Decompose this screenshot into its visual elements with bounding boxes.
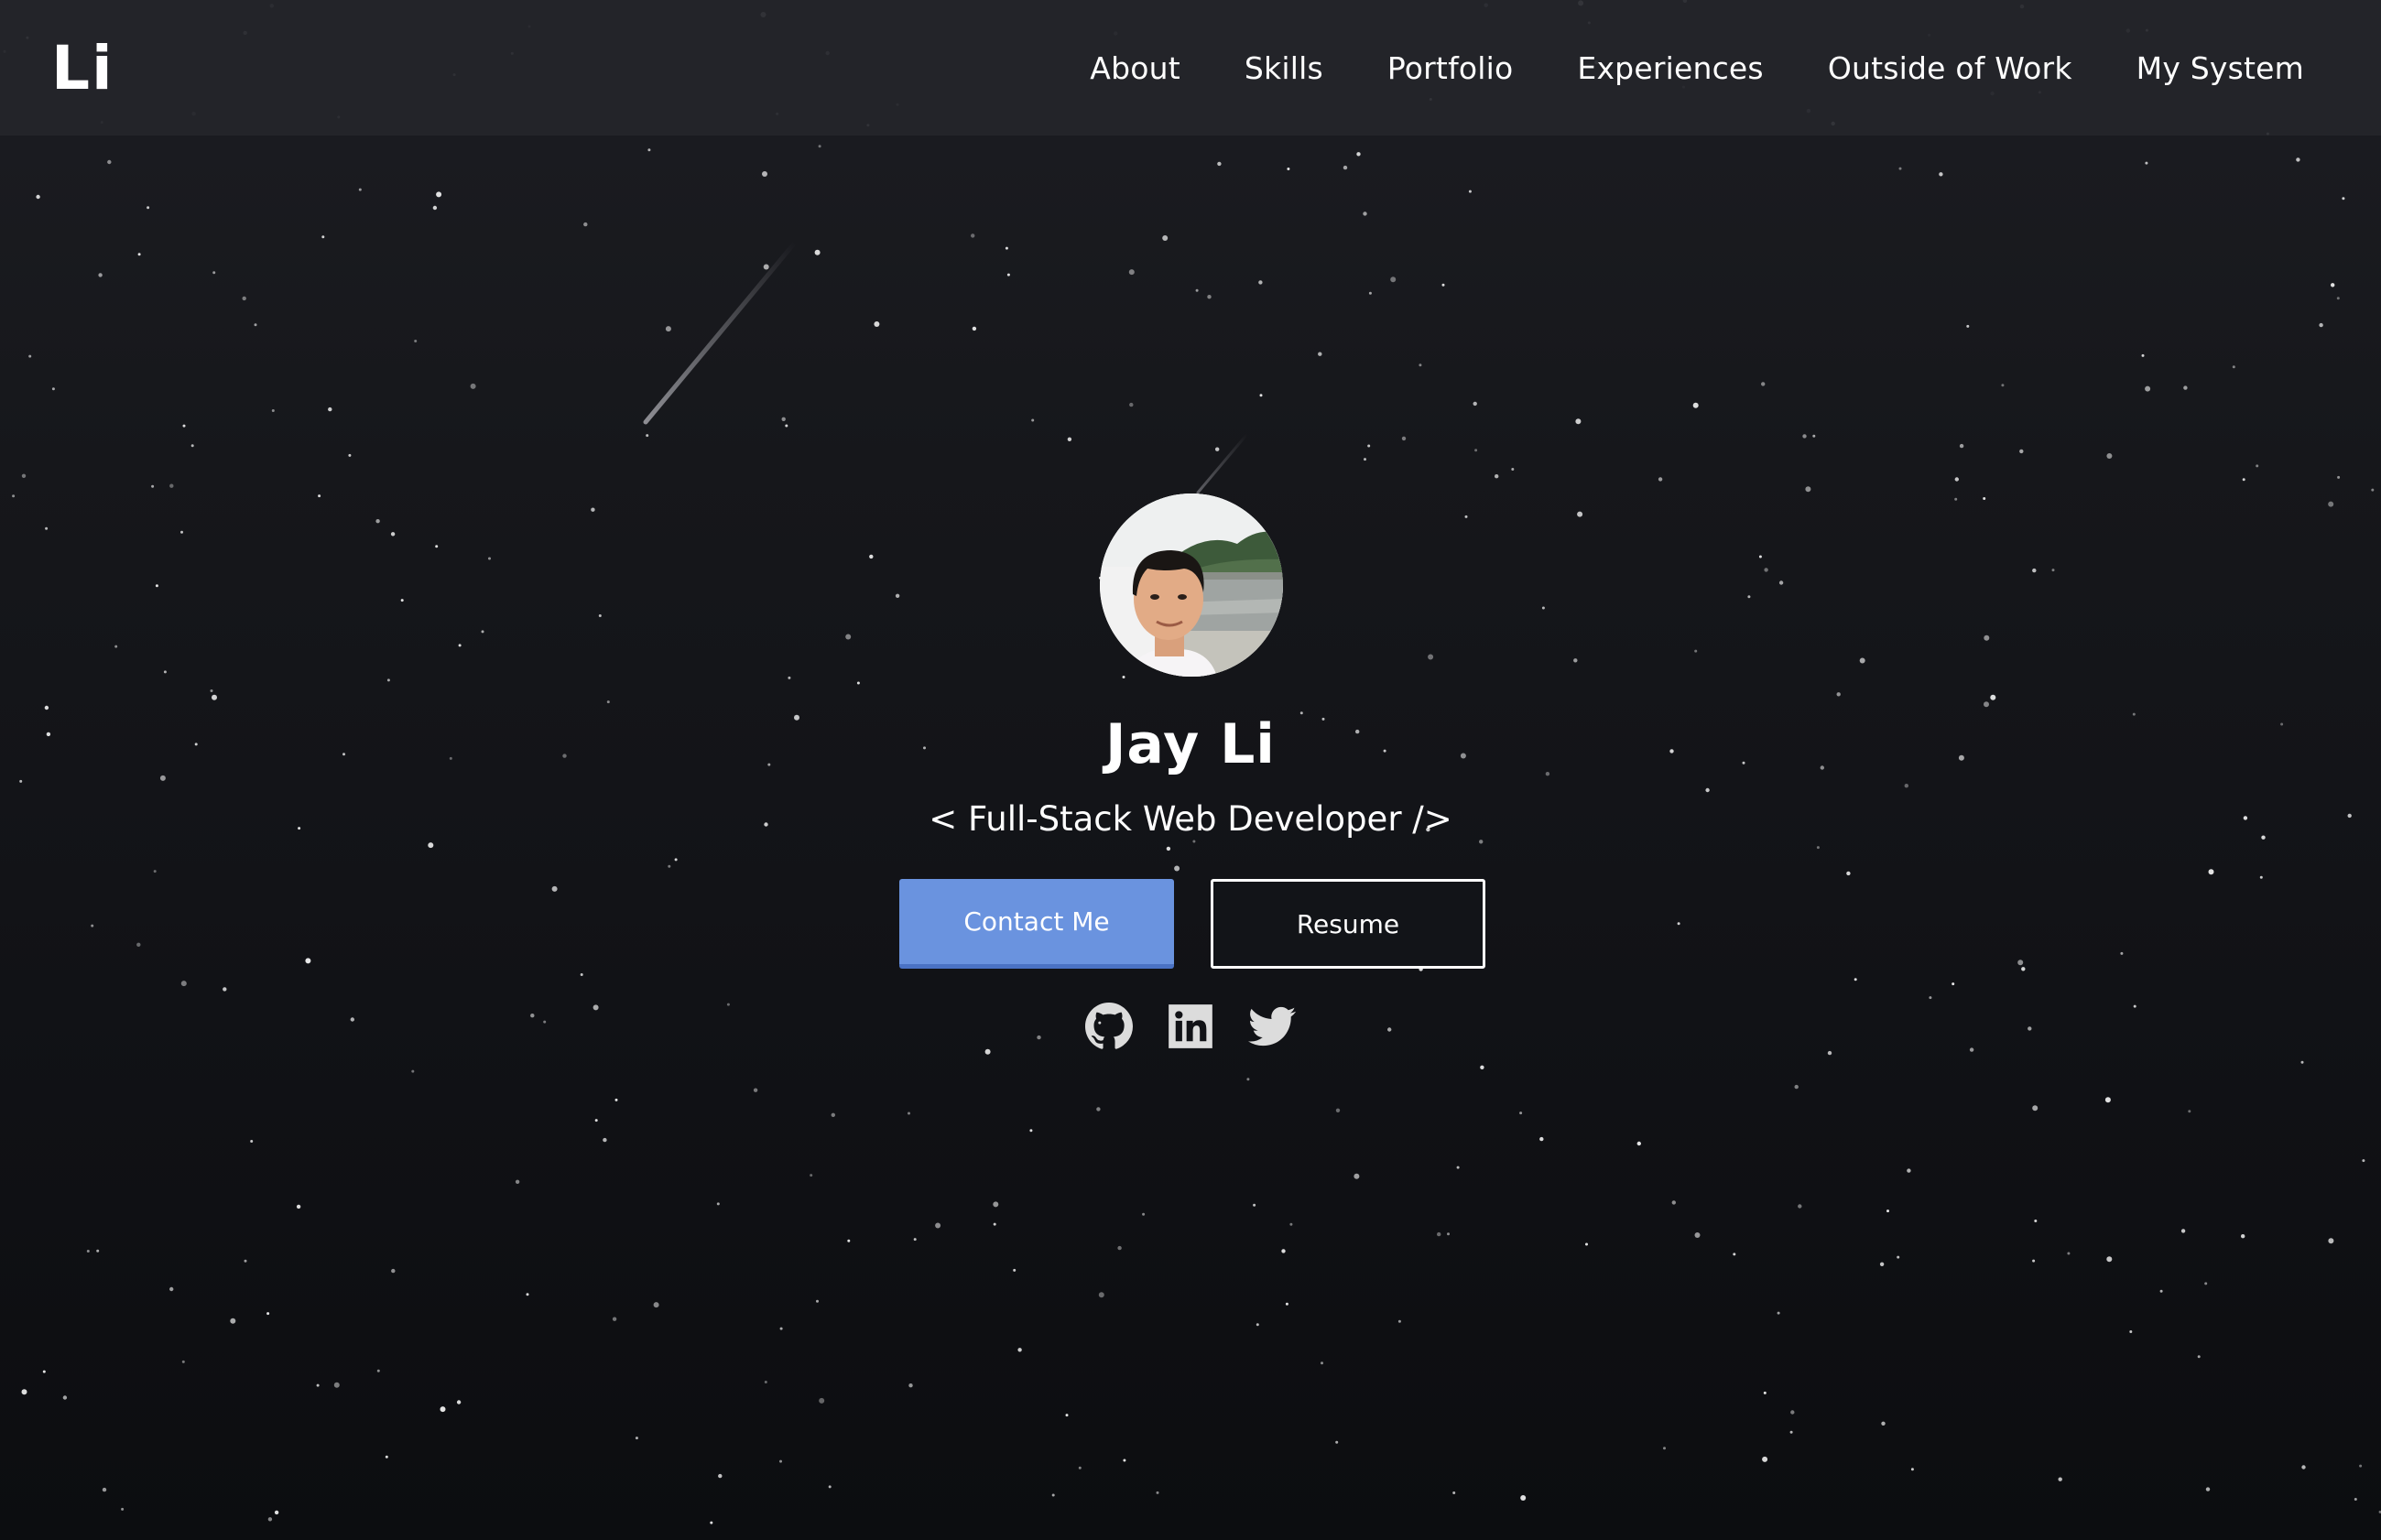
github-icon <box>1085 1003 1133 1049</box>
hero-section: Jay Li < Full-Stack Web Developer /> Con… <box>0 0 2381 1540</box>
linkedin-link[interactable] <box>1166 1002 1215 1051</box>
hero-name: Jay Li <box>1105 712 1276 776</box>
contact-me-button[interactable]: Contact Me <box>899 879 1174 969</box>
avatar <box>1100 493 1283 677</box>
avatar-photo <box>1100 493 1283 677</box>
resume-button[interactable]: Resume <box>1211 879 1485 969</box>
hero-subtitle: < Full-Stack Web Developer /> <box>929 799 1452 839</box>
github-link[interactable] <box>1084 1002 1134 1051</box>
twitter-icon <box>1248 1006 1296 1047</box>
page: Li About Skills Portfolio Experiences Ou… <box>0 0 2381 1540</box>
twitter-link[interactable] <box>1247 1002 1297 1051</box>
linkedin-icon <box>1169 1004 1212 1048</box>
social-links <box>1084 1000 1297 1053</box>
